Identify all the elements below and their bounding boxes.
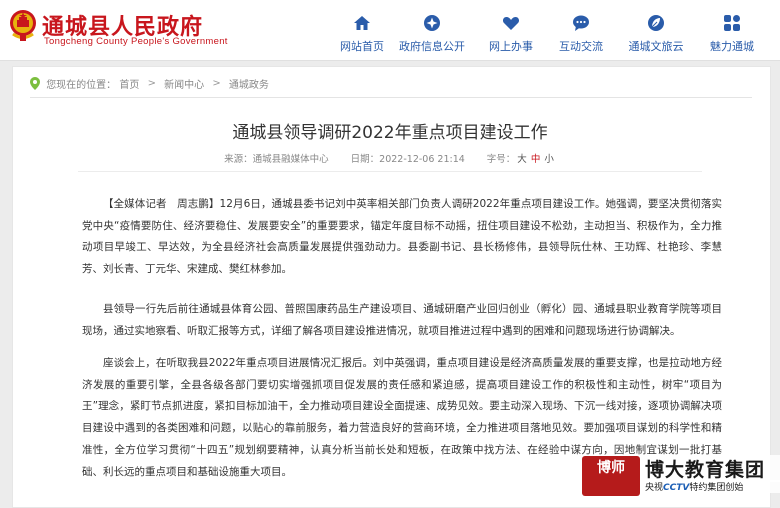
- site-subtitle: Tongcheng County People's Government: [44, 36, 228, 47]
- breadcrumb-separator: >: [147, 78, 156, 89]
- nav-item-gov-info[interactable]: 政府信息公开: [392, 0, 472, 60]
- grid-icon: [724, 15, 740, 31]
- compass-icon: [424, 15, 440, 31]
- article-source: 来源：通城县融媒体中心: [224, 154, 329, 165]
- watermark-seal: 博师: [582, 456, 640, 496]
- leaf-icon: [648, 15, 664, 31]
- home-icon: [354, 16, 370, 30]
- nav-item-online-services[interactable]: 网上办事: [471, 0, 551, 60]
- breadcrumb-news-center[interactable]: 新闻中心: [164, 76, 204, 91]
- nav-item-charm-tongcheng[interactable]: 魅力通城: [692, 0, 772, 60]
- breadcrumb-prefix: 您现在的位置：: [46, 80, 117, 91]
- nav-label: 魅力通城: [710, 40, 754, 53]
- article-title: 通城县领导调研2022年重点项目建设工作: [232, 123, 548, 143]
- cctv-logo: CCTV: [663, 483, 690, 493]
- nav-label: 网站首页: [340, 40, 384, 53]
- breadcrumb-separator: >: [212, 78, 221, 89]
- font-size-large-button[interactable]: 大: [517, 151, 527, 165]
- breadcrumb-home[interactable]: 首页: [119, 76, 139, 91]
- nav-label: 互动交流: [559, 40, 603, 53]
- font-size-medium-button[interactable]: 中: [531, 151, 541, 165]
- nav-item-interaction[interactable]: 互动交流: [541, 0, 621, 60]
- font-size-label: 字号：: [486, 154, 516, 165]
- nav-label: 网上办事: [489, 40, 533, 53]
- article-paragraph: 【全媒体记者 周志鹏】12月6日，通城县委书记刘中英率相关部门负责人调研2022…: [82, 198, 722, 276]
- heart-icon: [502, 17, 520, 30]
- location-pin-icon: [30, 77, 40, 90]
- breadcrumb: 您现在的位置： 首页 > 新闻中心 > 通城政务: [30, 76, 269, 91]
- site-header: 通城县人民政府 Tongcheng County People's Govern…: [0, 0, 780, 61]
- nav-item-culture-tourism[interactable]: 通城文旅云: [616, 0, 696, 60]
- breadcrumb-gov-affairs[interactable]: 通城政务: [229, 76, 269, 91]
- chat-icon: [573, 15, 589, 31]
- font-size-small-button[interactable]: 小: [544, 151, 554, 165]
- article-date: 日期：2022-12-06 21:14: [350, 154, 465, 165]
- article-paragraph: 县领导一行先后前往通城县体育公园、普照国康药品生产建设项目、通城研磨产业回归创业…: [82, 303, 722, 337]
- watermark-sub-suffix: 特约集团创始: [689, 483, 744, 493]
- nav-item-home[interactable]: 网站首页: [322, 0, 402, 60]
- watermark-sub-prefix: 央视: [645, 483, 664, 493]
- watermark-name: 博大教育集团: [645, 455, 780, 482]
- nav-label: 政府信息公开: [399, 40, 465, 53]
- watermark-subtitle: 央视CCTV特约集团创始: [645, 480, 780, 493]
- national-emblem-icon[interactable]: [8, 8, 38, 42]
- nav-label: 通城文旅云: [628, 40, 684, 53]
- divider: [78, 171, 702, 172]
- divider: [30, 97, 752, 98]
- article-meta: 来源：通城县融媒体中心 日期：2022-12-06 21:14 字号：大中小: [0, 151, 780, 165]
- watermark-seal-text: 博师: [597, 460, 625, 476]
